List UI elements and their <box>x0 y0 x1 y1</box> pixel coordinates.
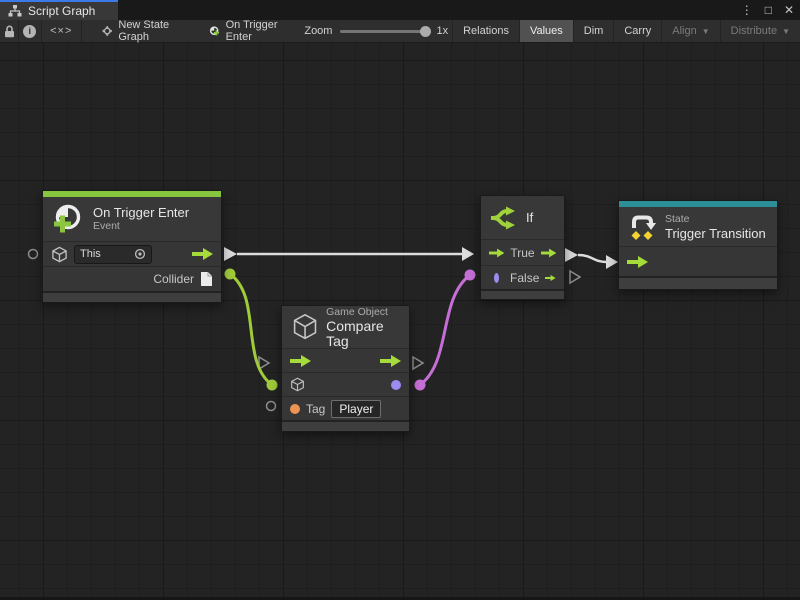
graph-canvas[interactable]: On Trigger Enter Event This <box>0 43 800 600</box>
close-icon[interactable]: ✕ <box>784 0 794 20</box>
title-bar: Script Graph ⋮ □ ✕ <box>0 0 800 20</box>
port-gameobject-in[interactable] <box>267 380 278 391</box>
graph-toolbar: i <×> New State Graph On Trigger Enter Z… <box>0 20 800 43</box>
collider-port-label: Collider <box>153 272 194 286</box>
gameobject-icon <box>51 246 68 263</box>
event-icon <box>53 203 85 235</box>
toggle-carry[interactable]: Carry <box>613 20 661 42</box>
active-graph-label: On Trigger Enter <box>226 19 279 43</box>
port-flow-comparetag-in[interactable] <box>259 357 269 369</box>
false-port-label: False <box>510 271 539 285</box>
window-menu-icon[interactable]: ⋮ <box>741 0 753 20</box>
wire-flow-if-to-transition[interactable] <box>578 255 606 262</box>
node-footer <box>43 291 221 302</box>
wire-object-collider-to-comparetag[interactable] <box>230 274 272 385</box>
port-collider-out[interactable] <box>225 269 236 280</box>
port-bool-out[interactable] <box>415 380 426 391</box>
port-bool-in[interactable] <box>465 270 476 281</box>
node-title: Trigger Transition <box>665 226 766 241</box>
port-unconnected-tag-input[interactable] <box>267 402 276 411</box>
node-title: On Trigger Enter <box>93 205 189 220</box>
node-subtitle: Event <box>93 220 189 233</box>
tab-title: Script Graph <box>28 4 95 18</box>
distribute-menu-button[interactable]: Distribute ▼ <box>720 20 800 42</box>
node-supertitle: Game Object <box>326 306 399 319</box>
object-picker-icon[interactable] <box>134 248 146 260</box>
code-preview-icon: <×> <box>50 25 72 37</box>
node-compare-tag[interactable]: Game Object Compare Tag Tag Player <box>281 305 410 432</box>
new-state-graph-label: New State Graph <box>118 19 173 43</box>
zoom-slider[interactable] <box>340 30 428 33</box>
zoom-slider-handle[interactable] <box>420 26 431 37</box>
tab-script-graph[interactable]: Script Graph <box>0 0 118 20</box>
active-graph-button[interactable]: On Trigger Enter <box>197 20 290 42</box>
true-port-label: True <box>510 246 534 260</box>
flow-out-arrow[interactable] <box>545 272 556 284</box>
string-port[interactable] <box>290 404 300 414</box>
zoom-label: Zoom <box>304 25 332 37</box>
event-graph-icon <box>209 23 219 39</box>
port-flow-comparetag-out[interactable] <box>413 357 423 369</box>
toggle-relations[interactable]: Relations <box>452 20 519 42</box>
node-title: If <box>526 210 533 225</box>
target-object-field[interactable]: This <box>74 245 152 264</box>
tag-value-field[interactable]: Player <box>331 400 381 418</box>
gameobject-port-icon[interactable] <box>290 377 305 392</box>
wire-bool-comparetag-to-if[interactable] <box>420 275 470 385</box>
flow-out-arrow[interactable] <box>380 355 401 367</box>
lock-icon <box>4 25 15 38</box>
lock-button[interactable] <box>0 20 19 42</box>
maximize-icon[interactable]: □ <box>765 0 772 20</box>
flow-in-arrow[interactable] <box>489 247 504 259</box>
node-title: Compare Tag <box>326 319 399 349</box>
flow-in-arrow[interactable] <box>627 256 648 268</box>
chevron-down-icon: ▼ <box>782 27 790 36</box>
port-unconnected-target-input[interactable] <box>29 250 38 259</box>
wire-arrowhead <box>462 247 474 261</box>
chevron-down-icon: ▼ <box>702 27 710 36</box>
toggle-dim[interactable]: Dim <box>573 20 614 42</box>
bool-result-port[interactable] <box>391 380 401 390</box>
state-graph-icon <box>102 23 112 39</box>
condition-port[interactable] <box>494 273 499 283</box>
zoom-value: 1x <box>436 25 448 37</box>
node-footer <box>481 289 564 299</box>
flow-out-arrow[interactable] <box>192 248 213 260</box>
wire-arrowhead <box>606 255 618 269</box>
graph-hierarchy-icon <box>8 5 22 17</box>
code-preview-button[interactable]: <×> <box>42 20 82 42</box>
tag-port-label: Tag <box>306 402 325 416</box>
info-button[interactable]: i <box>19 20 41 42</box>
node-supertitle: State <box>665 213 766 226</box>
port-flow-if-true-out[interactable] <box>565 248 578 262</box>
node-footer <box>282 420 409 431</box>
gameobject-icon <box>292 311 318 343</box>
port-flow-trigger-out[interactable] <box>224 247 237 261</box>
align-menu-button[interactable]: Align ▼ <box>661 20 719 42</box>
node-trigger-transition[interactable]: State Trigger Transition <box>618 200 778 290</box>
info-icon: i <box>23 25 36 38</box>
node-footer <box>619 276 777 289</box>
zoom-control: Zoom 1x <box>290 20 452 42</box>
new-state-graph-button[interactable]: New State Graph <box>90 20 185 42</box>
port-flow-if-false-out[interactable] <box>570 271 580 283</box>
flow-out-arrow[interactable] <box>541 247 556 259</box>
node-if[interactable]: If True False <box>480 195 565 300</box>
branch-icon <box>491 206 518 230</box>
node-on-trigger-enter[interactable]: On Trigger Enter Event This <box>42 190 222 303</box>
transition-icon <box>629 213 657 241</box>
toggle-values[interactable]: Values <box>519 20 573 42</box>
collider-value-icon <box>200 271 213 287</box>
flow-in-arrow[interactable] <box>290 355 311 367</box>
